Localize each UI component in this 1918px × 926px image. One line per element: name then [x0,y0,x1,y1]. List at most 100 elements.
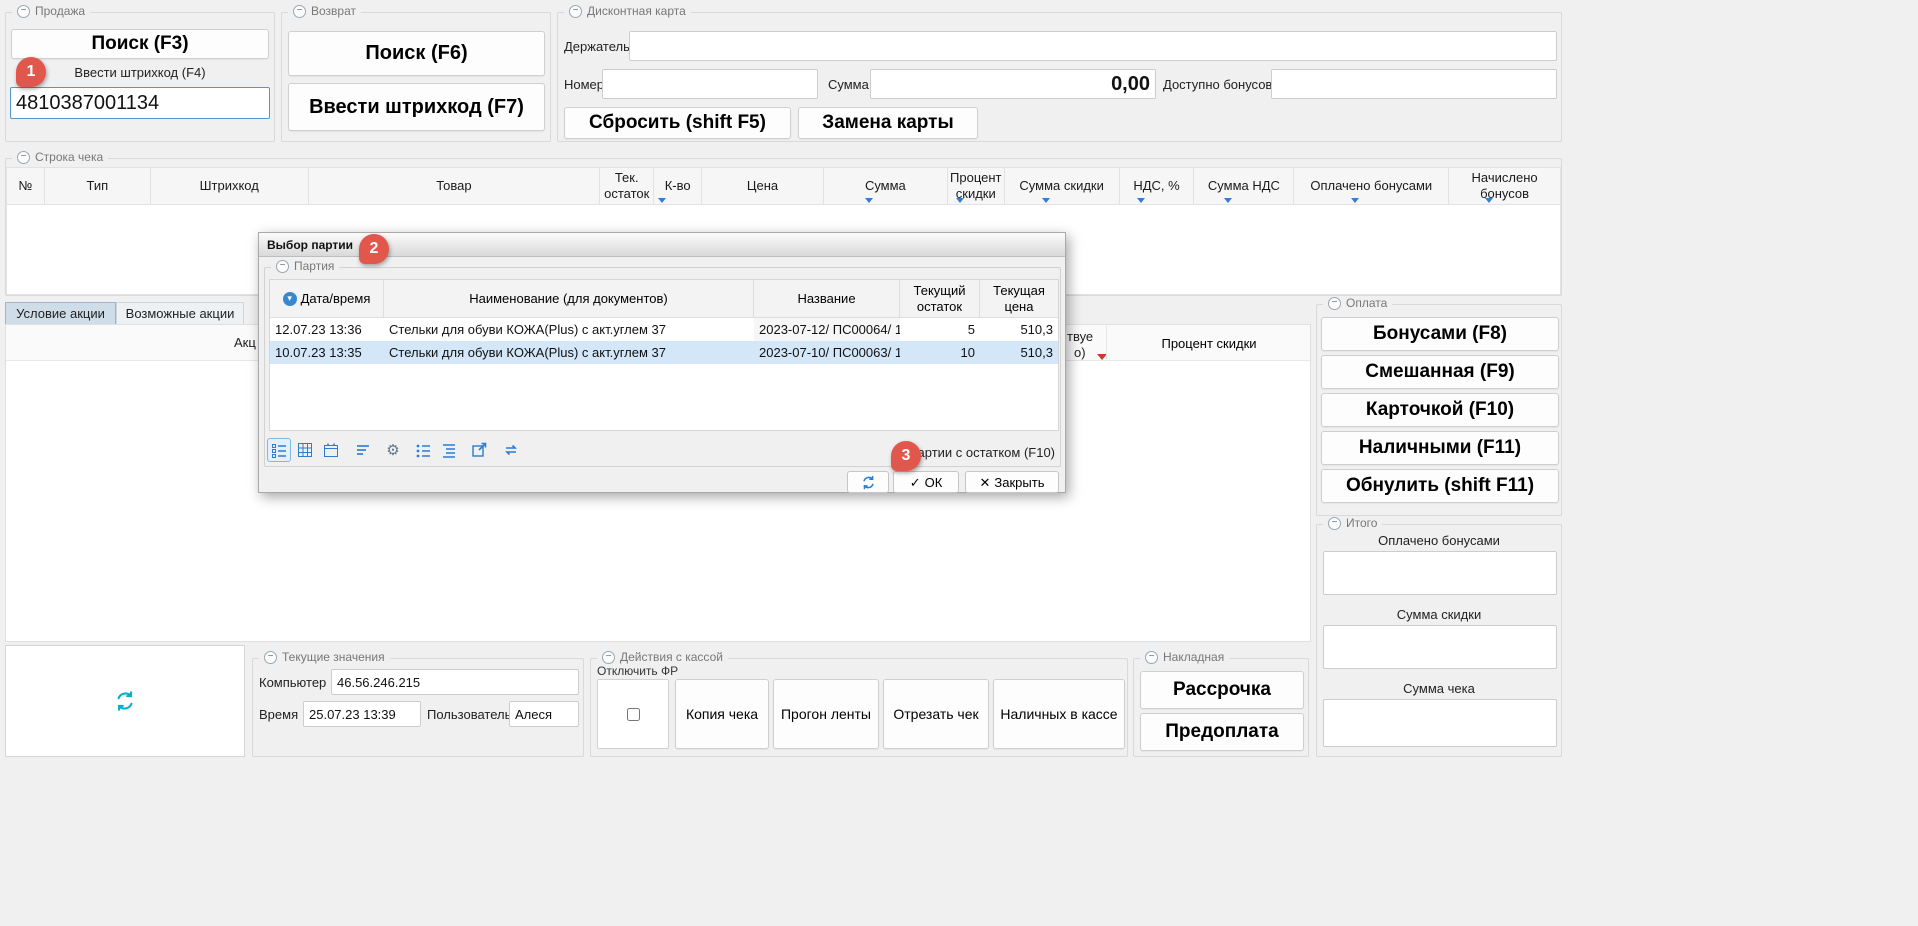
view-list-button[interactable] [267,438,291,462]
batch-select-dialog: Выбор партии − Партия ▾ Дата/время Наиме… [258,232,1066,493]
batch-group-title: − Партия [271,259,339,273]
discount-sum-field[interactable] [1323,625,1557,669]
dialog-refresh-button[interactable] [847,471,889,493]
receipt-col-earned-bonuses[interactable]: Начислено бонусов [1449,168,1560,204]
batch-row-1[interactable]: 12.07.23 13:36 Стельки для обуви КОЖА(Pl… [270,318,1058,341]
totals-panel-title: − Итого [1323,516,1382,530]
stock-filter-toggle[interactable]: Партии с остатком (F10) [908,445,1055,460]
discount-card-panel: − Дисконтная карта Держатель Номер Сумма… [557,12,1562,142]
batch-col-name[interactable]: Наименование (для документов) [384,280,754,317]
collapse-icon[interactable]: − [1145,651,1158,664]
batch-row-datetime: 10.07.23 13:35 [270,341,384,364]
cash-in-drawer-button[interactable]: Наличных в кассе [993,679,1125,749]
receipt-lines-title-text: Строка чека [35,150,103,164]
receipt-col-vat-pct[interactable]: НДС, % [1120,168,1195,204]
receipt-col-type[interactable]: Тип [45,168,151,204]
payment-panel: − Оплата Бонусами (F8) Смешанная (F9) Ка… [1316,304,1562,516]
sale-barcode-input[interactable] [10,87,270,119]
prepayment-button[interactable]: Предоплата [1140,713,1304,751]
receipt-col-number[interactable]: № [7,168,45,204]
open-external-button[interactable] [467,438,491,462]
payment-panel-title-text: Оплата [1346,296,1387,310]
group-list-button[interactable] [437,438,461,462]
tab-promo-conditions[interactable]: Условие акции [5,302,116,324]
card-sum-input[interactable] [870,69,1156,99]
installment-button[interactable]: Рассрочка [1140,671,1304,709]
time-label: Время [259,707,298,722]
batch-row-price: 510,3 [980,341,1058,364]
receipt-col-barcode[interactable]: Штрихкод [151,168,309,204]
payment-panel-title: − Оплата [1323,296,1392,310]
promo-col-discount-pct[interactable]: Процент скидки [1106,325,1311,361]
collapse-icon[interactable]: − [276,260,289,273]
refund-search-button[interactable]: Поиск (F6) [288,31,545,76]
item-image-box[interactable] [5,645,245,757]
pay-card-button[interactable]: Карточкой (F10) [1321,393,1559,427]
collapse-icon[interactable]: − [293,5,306,18]
holder-input[interactable] [629,31,1557,61]
cut-receipt-button[interactable]: Отрезать чек [883,679,989,749]
collapse-icon[interactable]: − [264,651,277,664]
settings-button[interactable]: ⚙ [381,438,405,462]
card-number-input[interactable] [602,69,818,99]
batch-col-datetime[interactable]: ▾ Дата/время [270,280,384,317]
batch-col-stock[interactable]: Текущий остаток [900,280,980,317]
calendar-view-button[interactable] [319,438,343,462]
pay-reset-button[interactable]: Обнулить (shift F11) [1321,469,1559,503]
receipt-col-qty[interactable]: К-во [654,168,702,204]
receipt-col-vat-sum[interactable]: Сумма НДС [1194,168,1294,204]
receipt-col-product[interactable]: Товар [309,168,601,204]
view-grid-button[interactable] [293,438,317,462]
feed-tape-button[interactable]: Прогон ленты [773,679,879,749]
paid-bonuses-field[interactable] [1323,551,1557,595]
pay-cash-button[interactable]: Наличными (F11) [1321,431,1559,465]
batch-col-title[interactable]: Название [754,280,900,317]
collapse-icon[interactable]: − [17,5,30,18]
close-icon: ✕ [980,476,991,489]
tab-promo-possible[interactable]: Возможные акции [116,302,244,324]
batch-group-title-text: Партия [294,259,334,273]
collapse-icon[interactable]: − [1328,517,1341,530]
refund-barcode-button[interactable]: Ввести штрихкод (F7) [288,83,545,131]
annotation-badge-2: 2 [359,234,389,264]
receipt-col-stock[interactable]: Тек. остаток [600,168,654,204]
pay-bonuses-button[interactable]: Бонусами (F8) [1321,317,1559,351]
receipt-col-price[interactable]: Цена [702,168,824,204]
card-reset-button[interactable]: Сбросить (shift F5) [564,107,791,139]
sale-panel-title: − Продажа [12,4,90,18]
receipt-col-sum[interactable]: Сумма [824,168,948,204]
current-values-panel: − Текущие значения Компьютер Время Польз… [252,658,584,757]
computer-value-field[interactable] [331,669,579,695]
loop-arrows-icon [503,442,519,458]
card-replace-button[interactable]: Замена карты [798,107,978,139]
cash-register-title: − Действия с кассой [597,650,728,664]
time-value-field[interactable] [303,701,421,727]
reload-loop-button[interactable] [499,438,523,462]
user-value-field[interactable] [509,701,579,727]
close-button[interactable]: ✕ Закрыть [965,471,1059,493]
receipt-col-discount-pct[interactable]: Процент скидки [948,168,1005,204]
sort-filter-button[interactable] [351,438,375,462]
copy-receipt-button[interactable]: Копия чека [675,679,769,749]
sort-lines-icon [355,442,371,458]
receipt-col-discount-sum[interactable]: Сумма скидки [1005,168,1120,204]
refund-panel: − Возврат Поиск (F6) Ввести штрихкод (F7… [281,12,551,142]
receipt-col-paid-bonuses[interactable]: Оплачено бонусами [1294,168,1449,204]
batch-col-price[interactable]: Текущая цена [980,280,1058,317]
sale-search-button[interactable]: Поиск (F3) [11,29,269,59]
collapse-icon[interactable]: − [569,5,582,18]
numbered-list-button[interactable] [411,438,435,462]
disable-fr-checkbox[interactable] [627,708,640,721]
batch-row-2[interactable]: 10.07.23 13:35 Стельки для обуви КОЖА(Pl… [270,341,1058,364]
current-values-title-text: Текущие значения [282,650,385,664]
collapse-icon[interactable]: − [602,651,615,664]
receipt-sum-field[interactable] [1323,699,1557,747]
collapse-icon[interactable]: − [17,151,30,164]
promo-col-fragment: Акц [234,335,256,350]
ok-button[interactable]: ✓ ОК [893,471,959,493]
pay-mixed-button[interactable]: Смешанная (F9) [1321,355,1559,389]
discount-card-title: − Дисконтная карта [564,4,691,18]
collapse-icon[interactable]: − [1328,297,1341,310]
available-bonuses-input[interactable] [1271,69,1557,99]
sale-panel-title-text: Продажа [35,4,85,18]
